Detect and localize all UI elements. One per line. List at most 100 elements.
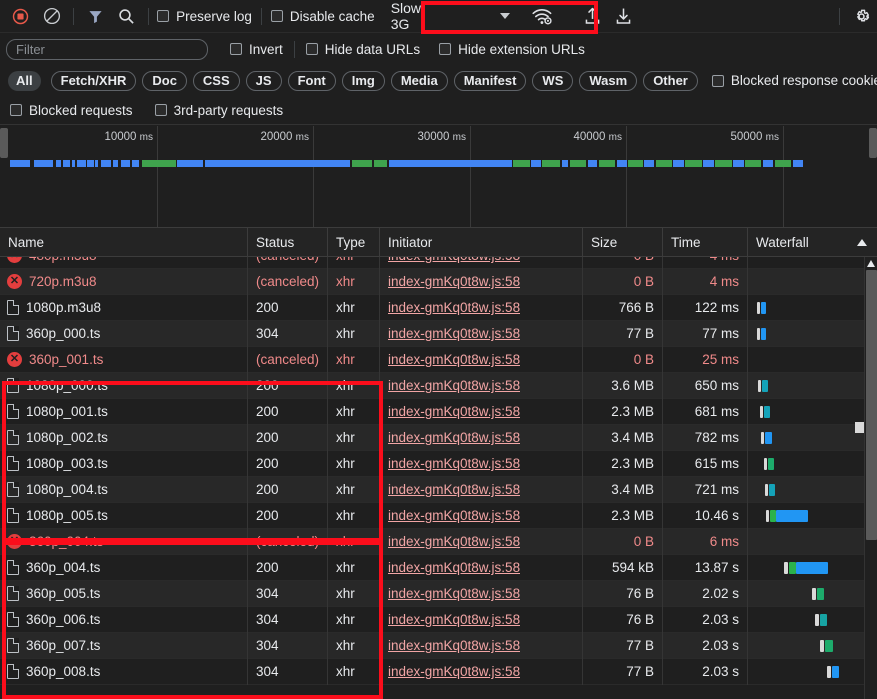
cell-initiator[interactable]: index-gmKq0t8w.js:58	[380, 425, 583, 451]
cell-initiator[interactable]: index-gmKq0t8w.js:58	[380, 269, 583, 295]
cell-initiator[interactable]: index-gmKq0t8w.js:58	[380, 257, 583, 269]
table-row[interactable]: 360p_000.ts304xhrindex-gmKq0t8w.js:5877 …	[0, 321, 877, 347]
cell-initiator[interactable]: index-gmKq0t8w.js:58	[380, 321, 583, 347]
type-filter-wasm[interactable]: Wasm	[579, 71, 637, 91]
initiator-link[interactable]: index-gmKq0t8w.js:58	[388, 257, 520, 263]
table-row[interactable]: 1080p_005.ts200xhrindex-gmKq0t8w.js:582.…	[0, 503, 877, 529]
table-row[interactable]: 360p_006.ts304xhrindex-gmKq0t8w.js:5876 …	[0, 607, 877, 633]
column-header-time[interactable]: Time	[663, 228, 748, 257]
third-party-requests-box[interactable]	[155, 104, 167, 116]
blocked-requests-box[interactable]	[10, 104, 22, 116]
initiator-link[interactable]: index-gmKq0t8w.js:58	[388, 612, 520, 627]
type-filter-css[interactable]: CSS	[193, 71, 240, 91]
initiator-link[interactable]: index-gmKq0t8w.js:58	[388, 300, 520, 315]
hide-extension-urls-checkbox[interactable]: Hide extension URLs	[439, 42, 585, 57]
table-row[interactable]: 1080p.m3u8200xhrindex-gmKq0t8w.js:58766 …	[0, 295, 877, 321]
initiator-link[interactable]: index-gmKq0t8w.js:58	[388, 482, 520, 497]
cell-initiator[interactable]: index-gmKq0t8w.js:58	[380, 399, 583, 425]
initiator-link[interactable]: index-gmKq0t8w.js:58	[388, 274, 520, 289]
sort-ascending-icon[interactable]	[857, 239, 867, 246]
search-input[interactable]	[6, 39, 208, 60]
type-filter-font[interactable]: Font	[288, 71, 336, 91]
type-filter-js[interactable]: JS	[246, 71, 282, 91]
type-filter-all[interactable]: All	[8, 71, 41, 91]
table-row[interactable]: 1080p_000.ts200xhrindex-gmKq0t8w.js:583.…	[0, 373, 877, 399]
type-filter-fetch-xhr[interactable]: Fetch/XHR	[51, 71, 137, 91]
table-row[interactable]: ✕360p_001.ts(canceled)xhrindex-gmKq0t8w.…	[0, 347, 877, 373]
cell-initiator[interactable]: index-gmKq0t8w.js:58	[380, 607, 583, 633]
column-header-initiator[interactable]: Initiator	[380, 228, 583, 257]
type-filter-doc[interactable]: Doc	[142, 71, 187, 91]
overview-left-handle[interactable]	[0, 128, 8, 158]
type-filter-img[interactable]: Img	[342, 71, 385, 91]
wifi-settings-icon[interactable]	[532, 8, 553, 25]
hide-data-urls-checkbox[interactable]: Hide data URLs	[306, 42, 420, 57]
type-filter-media[interactable]: Media	[391, 71, 448, 91]
record-stop-icon[interactable]	[7, 2, 34, 30]
initiator-link[interactable]: index-gmKq0t8w.js:58	[388, 664, 520, 679]
clear-icon[interactable]	[38, 2, 65, 30]
cell-initiator[interactable]: index-gmKq0t8w.js:58	[380, 295, 583, 321]
cell-initiator[interactable]: index-gmKq0t8w.js:58	[380, 451, 583, 477]
initiator-link[interactable]: index-gmKq0t8w.js:58	[388, 404, 520, 419]
hide-extension-urls-box[interactable]	[439, 43, 451, 55]
invert-box[interactable]	[230, 43, 242, 55]
initiator-link[interactable]: index-gmKq0t8w.js:58	[388, 586, 520, 601]
cell-initiator[interactable]: index-gmKq0t8w.js:58	[380, 503, 583, 529]
initiator-link[interactable]: index-gmKq0t8w.js:58	[388, 560, 520, 575]
column-header-type[interactable]: Type	[328, 228, 380, 257]
initiator-link[interactable]: index-gmKq0t8w.js:58	[388, 352, 520, 367]
type-filter-manifest[interactable]: Manifest	[454, 71, 527, 91]
initiator-link[interactable]: index-gmKq0t8w.js:58	[388, 534, 520, 549]
initiator-link[interactable]: index-gmKq0t8w.js:58	[388, 638, 520, 653]
column-header-status[interactable]: Status	[248, 228, 328, 257]
chevron-down-icon[interactable]	[500, 13, 510, 19]
table-row[interactable]: 1080p_004.ts200xhrindex-gmKq0t8w.js:583.…	[0, 477, 877, 503]
cell-initiator[interactable]: index-gmKq0t8w.js:58	[380, 633, 583, 659]
cell-initiator[interactable]: index-gmKq0t8w.js:58	[380, 555, 583, 581]
vertical-scrollbar[interactable]	[864, 257, 877, 699]
column-header-waterfall[interactable]: Waterfall	[748, 228, 877, 257]
table-row[interactable]: ✕480p.m3u8(canceled)xhrindex-gmKq0t8w.js…	[0, 257, 877, 269]
initiator-link[interactable]: index-gmKq0t8w.js:58	[388, 508, 520, 523]
blocked-response-cookies-box[interactable]	[712, 75, 724, 87]
scroll-up-arrow-icon[interactable]	[867, 260, 875, 267]
cell-initiator[interactable]: index-gmKq0t8w.js:58	[380, 581, 583, 607]
invert-checkbox[interactable]: Invert	[230, 42, 283, 57]
preserve-log-box[interactable]	[157, 10, 169, 22]
table-row[interactable]: 360p_004.ts200xhrindex-gmKq0t8w.js:58594…	[0, 555, 877, 581]
overview-right-handle[interactable]	[869, 128, 877, 158]
initiator-link[interactable]: index-gmKq0t8w.js:58	[388, 456, 520, 471]
cell-initiator[interactable]: index-gmKq0t8w.js:58	[380, 477, 583, 503]
table-row[interactable]: 360p_008.ts304xhrindex-gmKq0t8w.js:5877 …	[0, 659, 877, 685]
gear-icon[interactable]	[848, 2, 875, 30]
initiator-link[interactable]: index-gmKq0t8w.js:58	[388, 430, 520, 445]
cell-initiator[interactable]: index-gmKq0t8w.js:58	[380, 529, 583, 555]
scrollbar-thumb[interactable]	[866, 270, 877, 540]
table-row[interactable]: 1080p_003.ts200xhrindex-gmKq0t8w.js:582.…	[0, 451, 877, 477]
disable-cache-checkbox[interactable]: Disable cache	[271, 9, 375, 24]
table-row[interactable]: ✕360p_004.ts(canceled)xhrindex-gmKq0t8w.…	[0, 529, 877, 555]
blocked-response-cookies-checkbox[interactable]: Blocked response cookies	[712, 73, 877, 88]
search-icon[interactable]	[113, 2, 140, 30]
preserve-log-checkbox[interactable]: Preserve log	[157, 9, 252, 24]
column-header-name[interactable]: Name	[0, 228, 248, 257]
requests-table-body[interactable]: ✕480p.m3u8(canceled)xhrindex-gmKq0t8w.js…	[0, 257, 877, 699]
filter-funnel-icon[interactable]	[82, 2, 109, 30]
table-row[interactable]: 360p_005.ts304xhrindex-gmKq0t8w.js:5876 …	[0, 581, 877, 607]
cell-initiator[interactable]: index-gmKq0t8w.js:58	[380, 373, 583, 399]
table-row[interactable]: 360p_007.ts304xhrindex-gmKq0t8w.js:5877 …	[0, 633, 877, 659]
table-row[interactable]: 1080p_002.ts200xhrindex-gmKq0t8w.js:583.…	[0, 425, 877, 451]
network-overview-timeline[interactable]: 10000 ms20000 ms30000 ms40000 ms50000 ms	[0, 126, 877, 228]
third-party-requests-checkbox[interactable]: 3rd-party requests	[155, 103, 284, 118]
type-filter-other[interactable]: Other	[643, 71, 698, 91]
column-header-size[interactable]: Size	[583, 228, 663, 257]
export-har-icon[interactable]	[610, 2, 637, 30]
table-row[interactable]: ✕720p.m3u8(canceled)xhrindex-gmKq0t8w.js…	[0, 269, 877, 295]
type-filter-ws[interactable]: WS	[532, 71, 573, 91]
blocked-requests-checkbox[interactable]: Blocked requests	[10, 103, 133, 118]
table-row[interactable]: 1080p_001.ts200xhrindex-gmKq0t8w.js:582.…	[0, 399, 877, 425]
initiator-link[interactable]: index-gmKq0t8w.js:58	[388, 326, 520, 341]
throttling-dropdown[interactable]: Slow 3G	[391, 4, 553, 28]
cell-initiator[interactable]: index-gmKq0t8w.js:58	[380, 659, 583, 685]
